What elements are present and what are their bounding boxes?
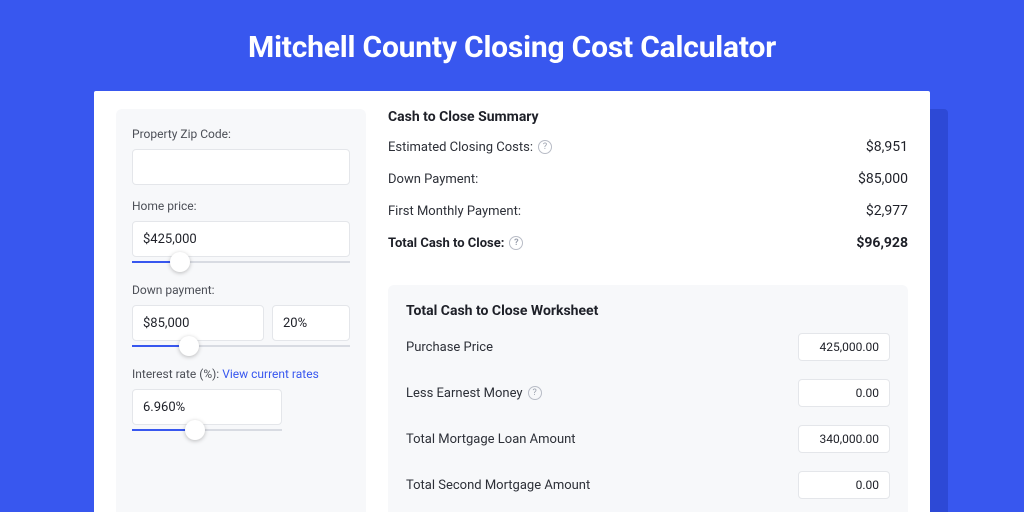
summary-label: Down Payment: xyxy=(388,172,478,187)
summary-total-value: $96,928 xyxy=(856,235,908,251)
summary-value: $2,977 xyxy=(866,203,908,219)
worksheet-row-second-mortgage: Total Second Mortgage Amount 0.00 xyxy=(406,471,890,499)
zip-label: Property Zip Code: xyxy=(132,127,350,141)
help-icon[interactable]: ? xyxy=(538,140,552,154)
help-icon[interactable]: ? xyxy=(528,386,542,400)
summary-label: First Monthly Payment: xyxy=(388,204,521,219)
worksheet-label: Less Earnest Money xyxy=(406,386,523,401)
zip-field: Property Zip Code: xyxy=(132,127,350,185)
calculator-card: Property Zip Code: Home price: Down paym… xyxy=(94,91,930,512)
worksheet-label: Total Second Mortgage Amount xyxy=(406,478,590,493)
current-rates-link[interactable]: View current rates xyxy=(222,367,319,381)
down-payment-slider[interactable] xyxy=(132,339,350,353)
zip-input[interactable] xyxy=(132,149,350,185)
card-body: Property Zip Code: Home price: Down paym… xyxy=(94,91,930,512)
inputs-panel: Property Zip Code: Home price: Down paym… xyxy=(116,109,366,512)
page-title: Mitchell County Closing Cost Calculator xyxy=(248,30,776,65)
home-price-slider[interactable] xyxy=(132,255,350,269)
summary-total-label: Total Cash to Close: xyxy=(388,236,504,251)
summary-section: Cash to Close Summary Estimated Closing … xyxy=(388,109,908,267)
down-payment-pct-input[interactable] xyxy=(272,305,350,341)
down-payment-input[interactable] xyxy=(132,305,264,341)
worksheet-row-earnest-money: Less Earnest Money? 0.00 xyxy=(406,379,890,407)
summary-heading: Cash to Close Summary xyxy=(388,109,908,125)
summary-row-total: Total Cash to Close:? $96,928 xyxy=(388,235,908,251)
worksheet-heading: Total Cash to Close Worksheet xyxy=(406,303,890,319)
down-payment-field: Down payment: xyxy=(132,283,350,353)
results-panel: Cash to Close Summary Estimated Closing … xyxy=(388,109,908,512)
summary-row-first-payment: First Monthly Payment: $2,977 xyxy=(388,203,908,219)
worksheet-value[interactable]: 340,000.00 xyxy=(798,425,890,453)
help-icon[interactable]: ? xyxy=(509,236,523,250)
worksheet-value[interactable]: 425,000.00 xyxy=(798,333,890,361)
worksheet-row-purchase-price: Purchase Price 425,000.00 xyxy=(406,333,890,361)
worksheet-label: Purchase Price xyxy=(406,340,493,355)
worksheet-section: Total Cash to Close Worksheet Purchase P… xyxy=(388,285,908,512)
interest-label: Interest rate (%): View current rates xyxy=(132,367,350,381)
home-price-label: Home price: xyxy=(132,199,350,213)
summary-row-closing-costs: Estimated Closing Costs:? $8,951 xyxy=(388,139,908,155)
summary-label: Estimated Closing Costs: xyxy=(388,140,533,155)
worksheet-value[interactable]: 0.00 xyxy=(798,379,890,407)
worksheet-label: Total Mortgage Loan Amount xyxy=(406,432,576,447)
worksheet-value[interactable]: 0.00 xyxy=(798,471,890,499)
interest-slider[interactable] xyxy=(132,423,282,437)
interest-field: Interest rate (%): View current rates xyxy=(132,367,350,437)
summary-value: $8,951 xyxy=(866,139,908,155)
worksheet-row-mortgage-amount: Total Mortgage Loan Amount 340,000.00 xyxy=(406,425,890,453)
home-price-input[interactable] xyxy=(132,221,350,257)
summary-value: $85,000 xyxy=(858,171,908,187)
down-payment-label: Down payment: xyxy=(132,283,350,297)
home-price-field: Home price: xyxy=(132,199,350,269)
summary-row-down-payment: Down Payment: $85,000 xyxy=(388,171,908,187)
interest-input[interactable] xyxy=(132,389,282,425)
